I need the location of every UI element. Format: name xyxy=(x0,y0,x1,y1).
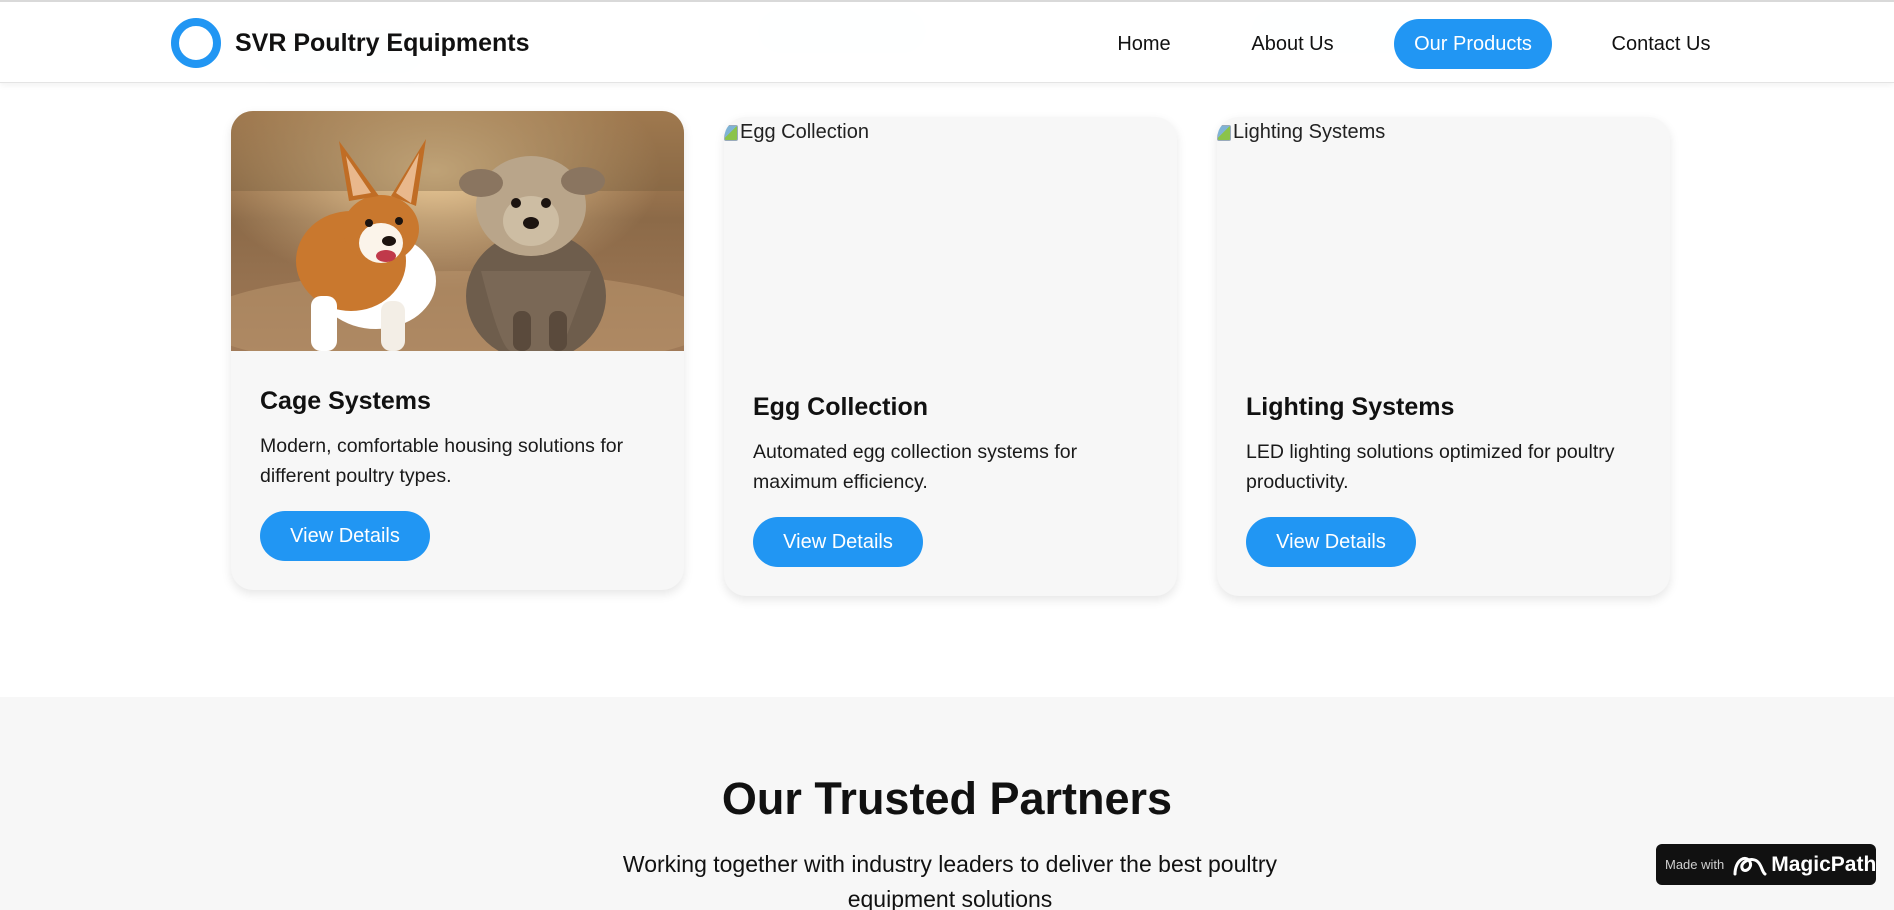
product-card-cage-systems: Cage Systems Modern, comfortable housing… xyxy=(231,111,684,590)
dogs-photo-illustration xyxy=(231,111,684,351)
product-image: Egg Collection xyxy=(724,117,1177,357)
product-description: Automated egg collection systems for max… xyxy=(753,441,1078,493)
product-title: Egg Collection xyxy=(753,393,928,421)
image-alt-text: Egg Collection xyxy=(740,121,869,143)
product-image: Lighting Systems xyxy=(1217,117,1670,357)
view-details-button[interactable]: View Details xyxy=(1246,517,1416,567)
made-with-badge[interactable]: Made with MagicPath xyxy=(1656,844,1876,885)
view-details-button[interactable]: View Details xyxy=(260,511,430,561)
nav-our-products[interactable]: Our Products xyxy=(1394,19,1552,69)
nav-home[interactable]: Home xyxy=(1100,19,1188,69)
broken-image-alt: Egg Collection xyxy=(724,121,869,144)
nav-about-us[interactable]: About Us xyxy=(1240,19,1345,69)
logo-icon[interactable] xyxy=(171,18,221,68)
broken-image-icon xyxy=(724,124,738,141)
view-details-button[interactable]: View Details xyxy=(753,517,923,567)
magicpath-logo-icon xyxy=(1732,852,1768,878)
site-header: SVR Poultry Equipments Home About Us Our… xyxy=(0,0,1894,83)
product-description: Modern, comfortable housing solutions fo… xyxy=(260,435,624,487)
brand-name[interactable]: SVR Poultry Equipments xyxy=(235,29,529,58)
badge-brand: MagicPath xyxy=(1771,852,1877,876)
partners-title: Our Trusted Partners xyxy=(721,773,1173,824)
product-card-lighting-systems: Lighting Systems Lighting Systems LED li… xyxy=(1217,117,1670,596)
product-title: Cage Systems xyxy=(260,387,431,415)
nav-contact-us[interactable]: Contact Us xyxy=(1600,19,1722,69)
product-title: Lighting Systems xyxy=(1246,393,1455,421)
broken-image-icon xyxy=(1217,124,1231,141)
broken-image-alt: Lighting Systems xyxy=(1217,121,1385,144)
product-description: LED lighting solutions optimized for pou… xyxy=(1246,441,1615,493)
product-image xyxy=(231,111,684,351)
partners-section: Our Trusted Partners Working together wi… xyxy=(0,697,1894,910)
image-alt-text: Lighting Systems xyxy=(1233,121,1386,143)
partners-subtitle: Working together with industry leaders t… xyxy=(622,851,1278,910)
product-card-egg-collection: Egg Collection Egg Collection Automated … xyxy=(724,117,1177,596)
badge-prefix: Made with xyxy=(1665,857,1725,872)
